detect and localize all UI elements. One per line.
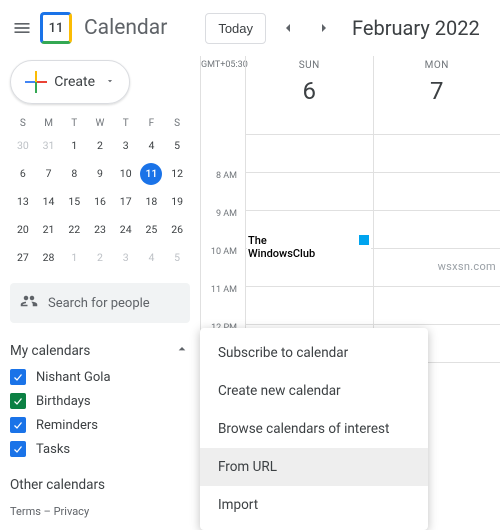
- logo-day-number: 11: [49, 21, 64, 36]
- context-menu-item[interactable]: Create new calendar: [200, 372, 428, 410]
- mini-cal-day[interactable]: 4: [140, 247, 162, 269]
- mini-cal-day[interactable]: 12: [166, 163, 188, 185]
- mini-cal-day[interactable]: 24: [115, 219, 137, 241]
- mini-cal-header: S: [10, 118, 36, 129]
- context-menu-item[interactable]: Subscribe to calendar: [200, 334, 428, 372]
- mini-cal-day[interactable]: 18: [140, 191, 162, 213]
- calendar-checkbox-item[interactable]: Tasks: [10, 441, 190, 457]
- mini-cal-day[interactable]: 17: [115, 191, 137, 213]
- calendar-checkbox-item[interactable]: Nishant Gola: [10, 369, 190, 385]
- day-of-week: SUN: [246, 60, 373, 71]
- watermark: wsxsn.com: [438, 260, 496, 273]
- context-menu-item[interactable]: Import: [200, 486, 428, 524]
- terms-link[interactable]: Terms: [10, 505, 41, 518]
- hour-label: 10 AM: [201, 247, 241, 285]
- my-calendars-header[interactable]: My calendars: [10, 341, 190, 361]
- today-button[interactable]: Today: [205, 13, 266, 44]
- mini-cal-day[interactable]: 6: [12, 163, 34, 185]
- next-period-button[interactable]: [310, 14, 338, 42]
- chevron-up-icon: [174, 341, 190, 361]
- mini-cal-day[interactable]: 20: [12, 219, 34, 241]
- hour-label: 8 AM: [201, 171, 241, 209]
- calendar-logo-icon: 11: [40, 12, 72, 44]
- mini-calendar[interactable]: SMTWTFS303112345678910111213141516171819…: [10, 118, 190, 269]
- mini-cal-day[interactable]: 1: [63, 135, 85, 157]
- mini-cal-day[interactable]: 14: [38, 191, 60, 213]
- checkbox-icon: [10, 417, 26, 433]
- mini-cal-day[interactable]: 1: [63, 247, 85, 269]
- mini-cal-day[interactable]: 5: [166, 135, 188, 157]
- calendar-label: Birthdays: [36, 394, 91, 409]
- event-color-square-icon: [359, 235, 369, 245]
- mini-cal-header: W: [87, 118, 113, 129]
- mini-cal-day[interactable]: 25: [140, 219, 162, 241]
- mini-cal-day[interactable]: 23: [89, 219, 111, 241]
- mini-cal-header: S: [164, 118, 190, 129]
- checkbox-icon: [10, 369, 26, 385]
- mini-cal-day[interactable]: 19: [166, 191, 188, 213]
- create-button[interactable]: Create: [10, 60, 130, 104]
- hour-row[interactable]: [245, 286, 500, 324]
- mini-cal-day[interactable]: 9: [89, 163, 111, 185]
- mini-cal-day[interactable]: 3: [115, 247, 137, 269]
- mini-cal-day[interactable]: 21: [38, 219, 60, 241]
- hour-label: 11 AM: [201, 285, 241, 323]
- calendar-label: Reminders: [36, 418, 98, 433]
- other-calendars-context-menu: Subscribe to calendarCreate new calendar…: [200, 328, 428, 530]
- day-column-header[interactable]: SUN 6: [245, 56, 373, 134]
- mini-cal-day[interactable]: 27: [12, 247, 34, 269]
- mini-cal-day[interactable]: 5: [166, 247, 188, 269]
- context-menu-item[interactable]: Browse calendars of interest: [200, 410, 428, 448]
- create-button-label: Create: [54, 74, 95, 90]
- mini-cal-day[interactable]: 11: [140, 163, 162, 185]
- mini-cal-header: F: [139, 118, 165, 129]
- privacy-link[interactable]: Privacy: [54, 505, 90, 518]
- day-number: 6: [246, 77, 373, 105]
- checkbox-icon: [10, 393, 26, 409]
- context-menu-item[interactable]: From URL: [200, 448, 428, 486]
- mini-cal-day[interactable]: 8: [63, 163, 85, 185]
- mini-cal-header: M: [36, 118, 62, 129]
- calendar-label: Nishant Gola: [36, 370, 111, 385]
- calendar-event[interactable]: The WindowsClub: [247, 233, 371, 261]
- mini-cal-day[interactable]: 4: [140, 135, 162, 157]
- hour-label: 9 AM: [201, 209, 241, 247]
- mini-cal-day[interactable]: 3: [115, 135, 137, 157]
- mini-cal-day[interactable]: 22: [63, 219, 85, 241]
- hour-row[interactable]: [245, 172, 500, 210]
- mini-cal-day[interactable]: 2: [89, 247, 111, 269]
- caret-down-icon: [105, 75, 115, 90]
- day-column-header[interactable]: MON 7: [373, 56, 500, 134]
- people-icon: [20, 292, 38, 314]
- mini-cal-day[interactable]: 26: [166, 219, 188, 241]
- mini-cal-day[interactable]: 7: [38, 163, 60, 185]
- mini-cal-day[interactable]: 31: [38, 135, 60, 157]
- calendar-checkbox-item[interactable]: Birthdays: [10, 393, 190, 409]
- mini-cal-day[interactable]: 28: [38, 247, 60, 269]
- day-number: 7: [374, 77, 500, 105]
- mini-cal-day[interactable]: 10: [115, 163, 137, 185]
- main-menu-icon[interactable]: [12, 18, 32, 38]
- current-month-label: February 2022: [352, 16, 480, 40]
- app-title: Calendar: [84, 16, 167, 40]
- day-of-week: MON: [374, 60, 500, 71]
- mini-cal-header: T: [61, 118, 87, 129]
- other-calendars-header[interactable]: Other calendars: [10, 477, 190, 493]
- checkbox-icon: [10, 441, 26, 457]
- mini-cal-day[interactable]: 16: [89, 191, 111, 213]
- prev-period-button[interactable]: [274, 14, 302, 42]
- mini-cal-header: T: [113, 118, 139, 129]
- mini-cal-day[interactable]: 2: [89, 135, 111, 157]
- calendar-label: Tasks: [36, 442, 70, 457]
- calendar-checkbox-item[interactable]: Reminders: [10, 417, 190, 433]
- footer-links: Terms – Privacy: [10, 505, 89, 518]
- mini-cal-day[interactable]: 30: [12, 135, 34, 157]
- plus-icon: [25, 71, 44, 93]
- mini-cal-day[interactable]: 13: [12, 191, 34, 213]
- search-people-input[interactable]: Search for people: [10, 283, 190, 323]
- search-placeholder: Search for people: [48, 296, 150, 311]
- timezone-label: GMT+05:30: [201, 56, 245, 134]
- mini-cal-day[interactable]: 15: [63, 191, 85, 213]
